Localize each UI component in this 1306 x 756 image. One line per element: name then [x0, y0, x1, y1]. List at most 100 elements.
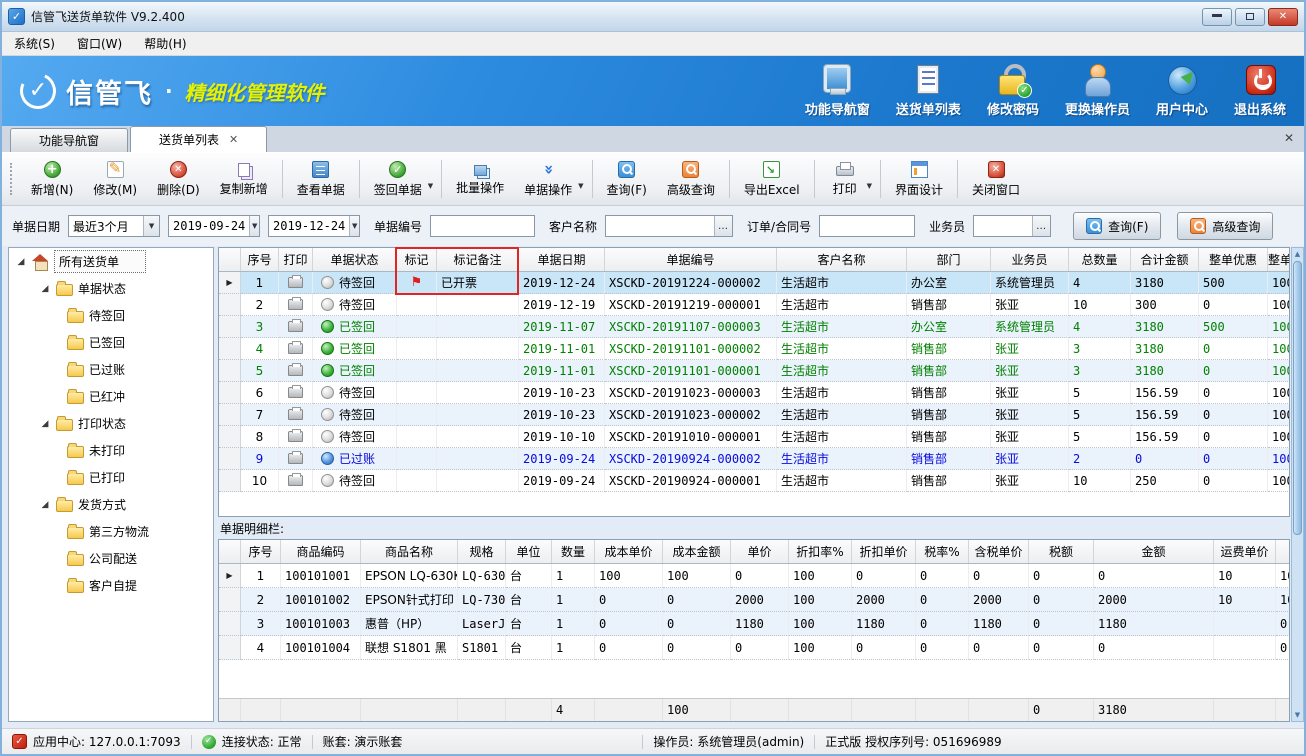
ui-design-button[interactable]: 界面设计 [885, 155, 953, 203]
table-row[interactable]: 9 已过账 2019-09-24 XSCKD-20190924-000002 生… [219, 448, 1289, 470]
tree-root-all-deliveries[interactable]: ◢ 所有送货单 [9, 248, 213, 275]
table-row[interactable]: 8 待签回 2019-10-10 XSCKD-20191010-000001 生… [219, 426, 1289, 448]
col-qty[interactable]: 总数量 [1069, 248, 1131, 271]
col-total[interactable]: 合计金额 [1131, 248, 1199, 271]
order-input[interactable] [819, 215, 915, 237]
delivery-list-button[interactable]: 送货单列表 [896, 64, 961, 118]
menu-system[interactable]: 系统(S) [14, 35, 55, 52]
edit-button[interactable]: 修改(M) [83, 155, 147, 203]
nav-window-button[interactable]: 功能导航窗 [805, 64, 870, 118]
tab-delivery-list[interactable]: 送货单列表 ✕ [130, 126, 267, 152]
change-password-button[interactable]: ✓ 修改密码 [987, 64, 1039, 118]
col-whole[interactable]: 整单 [1268, 248, 1290, 271]
table-row[interactable]: 10 待签回 2019-09-24 XSCKD-20190924-000001 … [219, 470, 1289, 492]
tree-item-pending-signback[interactable]: 待签回 [9, 302, 213, 329]
col-discount[interactable]: 整单优惠 [1199, 248, 1268, 271]
col-tax[interactable]: 税额 [1029, 540, 1094, 563]
sign-back-button[interactable]: 签回单据 [364, 155, 432, 203]
col-seq[interactable]: 序号 [241, 540, 281, 563]
scrollbar-thumb[interactable] [1293, 261, 1302, 535]
adv-query-button[interactable]: 高级查询 [657, 155, 725, 203]
tree-group-print-status[interactable]: ◢ 打印状态 [9, 410, 213, 437]
dropdown-arrow-icon[interactable]: ▼ [578, 182, 583, 190]
tab-close-icon[interactable]: ✕ [229, 133, 238, 146]
exit-system-button[interactable]: 退出系统 [1234, 64, 1286, 118]
expand-arrow-icon[interactable]: ◢ [39, 419, 51, 429]
tab-nav-window[interactable]: 功能导航窗 [10, 128, 128, 152]
expand-arrow-icon[interactable]: ◢ [15, 257, 27, 267]
col-mark-note[interactable]: 标记备注 [437, 248, 519, 271]
switch-operator-button[interactable]: 更换操作员 [1065, 64, 1130, 118]
scroll-down-icon[interactable]: ▼ [1295, 709, 1300, 721]
col-date[interactable]: 单据日期 [519, 248, 605, 271]
ellipsis-button[interactable]: … [1032, 216, 1050, 236]
copy-new-button[interactable]: 复制新增 [210, 155, 278, 203]
ellipsis-button[interactable]: … [714, 216, 732, 236]
dropdown-arrow-icon[interactable]: ▼ [867, 182, 872, 190]
export-excel-button[interactable]: 导出Excel [734, 155, 810, 203]
tree-item-customer-pickup[interactable]: 客户自提 [9, 572, 213, 599]
print-button[interactable]: 打印 [819, 155, 871, 203]
col-cost-price[interactable]: 成本单价 [595, 540, 663, 563]
col-item-name[interactable]: 商品名称 [361, 540, 458, 563]
delete-button[interactable]: 删除(D) [147, 155, 210, 203]
table-row[interactable]: 2 待签回 2019-12-19 XSCKD-20191219-000001 生… [219, 294, 1289, 316]
menu-window[interactable]: 窗口(W) [77, 35, 122, 52]
col-tax-rate[interactable]: 税率% [916, 540, 969, 563]
table-row[interactable]: ▶ 1 待签回 ⚑ 已开票 2019-12-24 XSCKD-20191224-… [219, 272, 1289, 294]
doc-no-input[interactable] [430, 215, 535, 237]
vertical-scrollbar[interactable]: ▲ ▼ [1291, 247, 1304, 722]
query-button[interactable]: 查询(F) [597, 155, 657, 203]
scroll-up-icon[interactable]: ▲ [1295, 248, 1300, 260]
adv-query-filter-button[interactable]: 高级查询 [1177, 212, 1273, 240]
col-customer[interactable]: 客户名称 [777, 248, 907, 271]
col-unit[interactable]: 单位 [506, 540, 552, 563]
col-item-code[interactable]: 商品编码 [281, 540, 361, 563]
close-button[interactable]: ✕ [1268, 8, 1298, 26]
close-window-button[interactable]: 关闭窗口 [962, 155, 1030, 203]
menu-help[interactable]: 帮助(H) [144, 35, 186, 52]
tree-item-printed[interactable]: 已打印 [9, 464, 213, 491]
table-row[interactable]: 7 待签回 2019-10-23 XSCKD-20191023-000002 生… [219, 404, 1289, 426]
tree-item-not-printed[interactable]: 未打印 [9, 437, 213, 464]
customer-input[interactable]: … [605, 215, 733, 237]
tree-item-reversed[interactable]: 已红冲 [9, 383, 213, 410]
detail-row[interactable]: 3 100101003 惠普（HP） LaserJ 台 1 0 0 1180 1… [219, 612, 1289, 636]
table-row[interactable]: 6 待签回 2019-10-23 XSCKD-20191023-000003 生… [219, 382, 1289, 404]
tree-item-company-delivery[interactable]: 公司配送 [9, 545, 213, 572]
col-discount-rate[interactable]: 折扣率% [789, 540, 852, 563]
col-qty[interactable]: 数量 [552, 540, 595, 563]
table-row[interactable]: 5 已签回 2019-11-01 XSCKD-20191101-000001 生… [219, 360, 1289, 382]
detail-row[interactable]: ▶ 1 100101001 EPSON LQ-630K LQ-630 台 1 1… [219, 564, 1289, 588]
col-status[interactable]: 单据状态 [313, 248, 397, 271]
col-freight-price[interactable]: 运费单价 [1214, 540, 1276, 563]
table-row[interactable]: 3 已签回 2019-11-07 XSCKD-20191107-000003 生… [219, 316, 1289, 338]
salesman-input[interactable]: … [973, 215, 1051, 237]
maximize-button[interactable] [1235, 8, 1265, 26]
col-salesman[interactable]: 业务员 [991, 248, 1069, 271]
col-mark[interactable]: 标记 [397, 248, 437, 271]
tree-group-doc-status[interactable]: ◢ 单据状态 [9, 275, 213, 302]
date-range-select[interactable]: 最近3个月▼ [68, 215, 160, 237]
tree-group-ship-method[interactable]: ◢ 发货方式 [9, 491, 213, 518]
expand-arrow-icon[interactable]: ◢ [39, 284, 51, 294]
detail-row[interactable]: 2 100101002 EPSON针式打印 LQ-730 台 1 0 0 200… [219, 588, 1289, 612]
tabstrip-close-icon[interactable]: ✕ [1284, 131, 1294, 145]
expand-arrow-icon[interactable]: ◢ [39, 500, 51, 510]
col-doc-no[interactable]: 单据编号 [605, 248, 777, 271]
query-filter-button[interactable]: 查询(F) [1073, 212, 1161, 240]
col-price-with-tax[interactable]: 含税单价 [969, 540, 1029, 563]
table-row[interactable]: 4 已签回 2019-11-01 XSCKD-20191101-000002 生… [219, 338, 1289, 360]
col-spec[interactable]: 规格 [458, 540, 506, 563]
date-from-select[interactable]: 2019-09-24▼ [168, 215, 260, 237]
date-to-select[interactable]: 2019-12-24▼ [268, 215, 360, 237]
tree-item-posted[interactable]: 已过账 [9, 356, 213, 383]
minimize-button[interactable] [1202, 8, 1232, 26]
dropdown-arrow-icon[interactable]: ▼ [428, 182, 433, 190]
batch-ops-button[interactable]: 批量操作 [446, 155, 514, 203]
col-discount-price[interactable]: 折扣单价 [852, 540, 916, 563]
col-dept[interactable]: 部门 [907, 248, 991, 271]
view-doc-button[interactable]: 查看单据 [287, 155, 355, 203]
doc-ops-button[interactable]: »单据操作 [514, 155, 582, 203]
col-cost-amount[interactable]: 成本金额 [663, 540, 731, 563]
